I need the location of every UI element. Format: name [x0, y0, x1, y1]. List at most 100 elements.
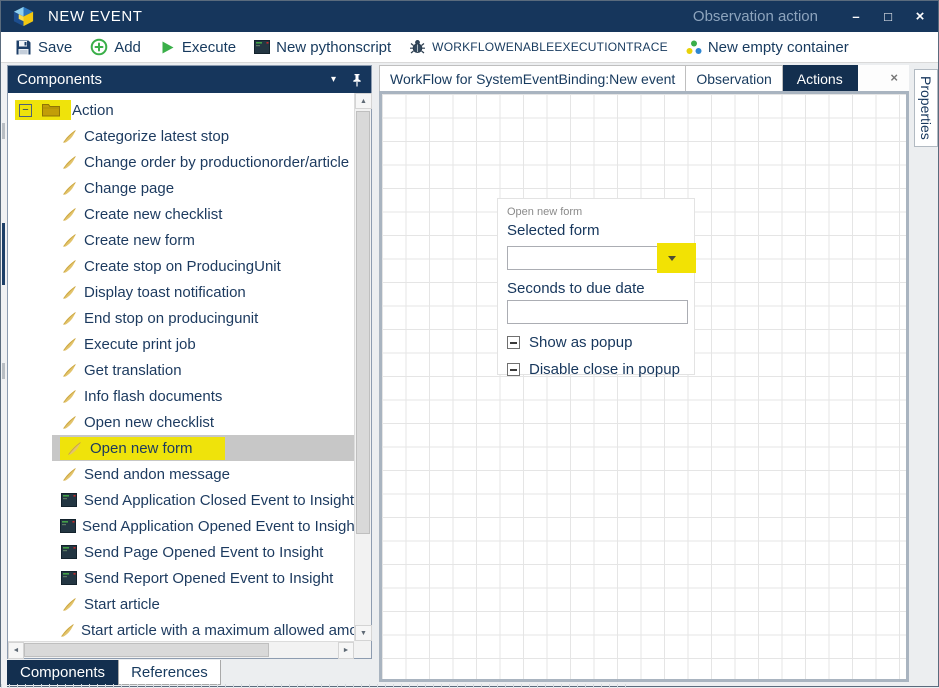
scroll-right-button[interactable]: ►: [338, 642, 354, 659]
wand-icon: [60, 389, 78, 404]
tree-item-change-page[interactable]: Change page: [8, 175, 354, 201]
scrollbar-thumb[interactable]: [24, 643, 269, 657]
close-document-icon[interactable]: ×: [890, 70, 898, 85]
wand-icon: [60, 259, 78, 274]
edge-marker: [2, 123, 5, 139]
wand-icon: [60, 467, 78, 482]
scroll-up-button[interactable]: ▲: [355, 93, 372, 109]
tab-properties[interactable]: Properties: [914, 69, 938, 147]
tree-item-label: End stop on producingunit: [84, 310, 258, 327]
seconds-to-due-date-input[interactable]: [507, 300, 688, 324]
toolbar-button-label: Save: [38, 39, 72, 56]
wand-icon: [60, 155, 78, 170]
tab-actions[interactable]: Actions: [783, 65, 858, 91]
save-icon: [15, 39, 32, 56]
highlight-block: Open new form: [60, 437, 225, 460]
app-logo-icon: [12, 5, 35, 28]
tree-item-label: Create new form: [84, 232, 195, 249]
tree-item-label: Display toast notification: [84, 284, 246, 301]
maximize-button[interactable]: □: [880, 9, 896, 24]
wand-icon: [60, 207, 78, 222]
toolbar-button-add[interactable]: Add: [81, 32, 150, 62]
components-panel-title: Components: [17, 71, 102, 88]
toolbar-button-save[interactable]: Save: [6, 32, 81, 62]
tab-observation[interactable]: Observation: [686, 65, 782, 91]
tree-item-label: Execute print job: [84, 336, 196, 353]
workflow-canvas[interactable]: Open new form Selected form Seconds to d…: [379, 91, 909, 682]
tree-vertical-scrollbar[interactable]: ▲ ▼: [354, 93, 371, 641]
tree-item-get-translation[interactable]: Get translation: [8, 357, 354, 383]
tree-item-action[interactable]: − Action: [8, 97, 354, 123]
tree-item-end-stop-on-producingunit[interactable]: End stop on producingunit: [8, 305, 354, 331]
checkbox-indeterminate-icon[interactable]: [507, 336, 520, 349]
scroll-down-button[interactable]: ▼: [355, 625, 372, 641]
tab-label: Observation: [696, 71, 771, 87]
chevron-down-icon: [668, 256, 676, 261]
titlebar-context-label: Observation action: [693, 8, 818, 25]
tab-workflow-for-systemeventbinding-new-event[interactable]: WorkFlow for SystemEventBinding:New even…: [379, 65, 686, 91]
selected-form-combobox[interactable]: [507, 246, 688, 270]
tree-item-label: Create stop on ProducingUnit: [84, 258, 281, 275]
components-panel-header: Components ▾: [8, 66, 371, 93]
tree-item-display-toast-notification[interactable]: Display toast notification: [8, 279, 354, 305]
tree-item-send-application-closed-event-to-insight[interactable]: Send Application Closed Event to Insight: [8, 487, 354, 513]
toolbar-button-execute[interactable]: Execute: [150, 32, 245, 62]
panel-tab-strip: ComponentsReferences: [7, 660, 221, 685]
pin-icon[interactable]: [352, 73, 362, 87]
wand-icon: [65, 441, 83, 456]
tree-item-label: Info flash documents: [84, 388, 222, 405]
combo-dropdown-button[interactable]: [657, 243, 696, 273]
tree-item-change-order-by-productionorder-article[interactable]: Change order by productionorder/article: [8, 149, 354, 175]
tree-item-send-andon-message[interactable]: Send andon message: [8, 461, 354, 487]
tree-item-send-report-opened-event-to-insight[interactable]: Send Report Opened Event to Insight: [8, 565, 354, 591]
tree-item-execute-print-job[interactable]: Execute print job: [8, 331, 354, 357]
tree-item-start-article[interactable]: Start article: [8, 591, 354, 617]
tree-item-start-article-with-a-maximum-allowed-amou[interactable]: Start article with a maximum allowed amo…: [8, 617, 354, 641]
collapse-expander-icon[interactable]: −: [19, 104, 32, 117]
folder-icon: [42, 103, 60, 117]
toolbar-button-label: New empty container: [708, 39, 849, 56]
disable-close-in-popup-checkbox[interactable]: Disable close in popup: [507, 361, 685, 378]
tree-item-label: Send Application Opened Event to Insight: [82, 518, 354, 535]
tree-horizontal-scrollbar[interactable]: ◄ ►: [8, 641, 354, 658]
wand-icon: [60, 337, 78, 352]
tree-item-create-stop-on-producingunit[interactable]: Create stop on ProducingUnit: [8, 253, 354, 279]
scrollbar-track[interactable]: [355, 109, 371, 625]
tree-item-label: Action: [72, 102, 114, 119]
tree-item-label: Open new checklist: [84, 414, 214, 431]
checkbox-label: Disable close in popup: [529, 361, 680, 378]
tree-item-open-new-checklist[interactable]: Open new checklist: [8, 409, 354, 435]
console-icon: [60, 545, 78, 559]
toolbar-button-label: Execute: [182, 39, 236, 56]
tree-item-label: Categorize latest stop: [84, 128, 229, 145]
show-as-popup-checkbox[interactable]: Show as popup: [507, 334, 685, 351]
highlight-block: −: [15, 100, 71, 120]
toolbar-button-new-pythonscript[interactable]: New pythonscript: [245, 32, 400, 62]
wand-icon: [60, 233, 78, 248]
bottom-ruler-strip: [1, 684, 631, 688]
checkbox-indeterminate-icon[interactable]: [507, 363, 520, 376]
minimize-button[interactable]: –: [848, 9, 864, 24]
scrollbar-thumb[interactable]: [356, 111, 370, 534]
play-icon: [159, 39, 176, 56]
tree-item-info-flash-documents[interactable]: Info flash documents: [8, 383, 354, 409]
close-button[interactable]: ×: [912, 8, 928, 25]
panel-tab-components[interactable]: Components: [7, 660, 118, 685]
tree-item-create-new-checklist[interactable]: Create new checklist: [8, 201, 354, 227]
panel-menu-caret-icon[interactable]: ▾: [331, 74, 336, 85]
edge-marker: [2, 223, 5, 285]
tree-item-send-page-opened-event-to-insight[interactable]: Send Page Opened Event to Insight: [8, 539, 354, 565]
tree-item-open-new-form[interactable]: Open new form: [8, 435, 354, 461]
tree-item-categorize-latest-stop[interactable]: Categorize latest stop: [8, 123, 354, 149]
tree-item-label: Send Report Opened Event to Insight: [84, 570, 333, 587]
seconds-to-due-date-label: Seconds to due date: [507, 280, 685, 297]
toolbar-button-workflowenableexecutiontrace[interactable]: WORKFLOWENABLEEXECUTIONTRACE: [400, 32, 677, 62]
scroll-left-button[interactable]: ◄: [8, 642, 24, 659]
toolbar-button-label: WORKFLOWENABLEEXECUTIONTRACE: [432, 40, 668, 54]
tree-item-label: Send Page Opened Event to Insight: [84, 544, 323, 561]
panel-tab-references[interactable]: References: [118, 660, 221, 685]
scrollbar-track[interactable]: [24, 642, 338, 658]
toolbar-button-new-empty-container[interactable]: New empty container: [677, 32, 858, 62]
tree-item-send-application-opened-event-to-insight[interactable]: Send Application Opened Event to Insight: [8, 513, 354, 539]
tree-item-create-new-form[interactable]: Create new form: [8, 227, 354, 253]
